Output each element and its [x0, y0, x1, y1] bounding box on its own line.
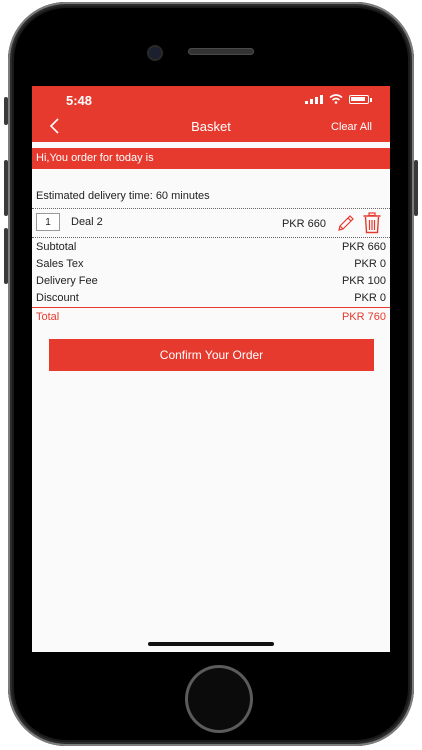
app-header: 5:48 Basket Clear All	[32, 86, 390, 142]
summary-row-total: Total PKR 760	[36, 311, 386, 323]
home-indicator	[148, 642, 274, 646]
summary-label: Sales Tex	[36, 258, 84, 270]
confirm-order-button[interactable]: Confirm Your Order	[49, 339, 374, 371]
home-button[interactable]	[188, 668, 250, 730]
divider	[32, 237, 390, 238]
status-icons	[305, 94, 372, 104]
summary-value: PKR 0	[354, 292, 386, 304]
side-button-power	[414, 160, 418, 216]
summary-row-subtotal: Subtotal PKR 660	[36, 241, 386, 253]
side-button-volume-up	[4, 160, 8, 216]
side-button-mute	[4, 97, 8, 125]
summary-row-discount: Discount PKR 0	[36, 292, 386, 304]
trash-icon[interactable]	[362, 212, 382, 234]
earpiece-speaker	[188, 48, 254, 55]
quantity-input[interactable]: 1	[36, 213, 60, 231]
item-price: PKR 660	[281, 218, 326, 230]
battery-tip	[370, 97, 372, 102]
total-value: PKR 760	[341, 311, 386, 323]
item-name: Deal 2	[71, 216, 103, 228]
status-time: 5:48	[66, 93, 93, 108]
edit-pencil-icon[interactable]	[336, 213, 356, 233]
summary-label: Subtotal	[36, 241, 77, 253]
summary-value: PKR 100	[341, 275, 386, 287]
total-label: Total	[36, 311, 60, 323]
summary-value: PKR 660	[341, 241, 386, 253]
battery-icon	[349, 95, 369, 104]
summary-label: Delivery Fee	[36, 275, 98, 287]
wifi-icon	[329, 94, 343, 104]
summary-value: PKR 0	[354, 258, 386, 270]
basket-item-row: 1 Deal 2 PKR 660	[32, 210, 390, 238]
side-button-volume-down	[4, 228, 8, 284]
camera-icon	[149, 47, 161, 59]
app-screen: 5:48 Basket Clear All Hi,You order for t…	[32, 86, 390, 652]
summary-row-sales-tax: Sales Tex PKR 0	[36, 258, 386, 270]
total-divider	[32, 307, 390, 308]
clear-all-button[interactable]: Clear All	[331, 121, 372, 133]
delivery-estimate: Estimated delivery time: 60 minutes	[36, 190, 210, 202]
greeting-banner: Hi,You order for today is	[32, 148, 390, 169]
signal-icon	[305, 95, 323, 104]
summary-row-delivery-fee: Delivery Fee PKR 100	[36, 275, 386, 287]
divider	[32, 208, 390, 209]
summary-label: Discount	[36, 292, 79, 304]
